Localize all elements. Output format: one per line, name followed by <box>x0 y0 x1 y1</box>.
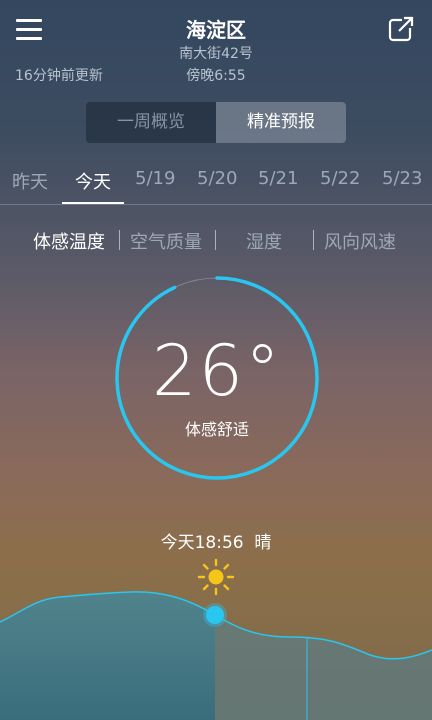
updated-status: 16分钟前更新 <box>15 68 103 84</box>
feels-like-temperature: 26° <box>151 330 283 412</box>
metric-tab-wind[interactable]: 风向风速 <box>324 228 396 254</box>
tab-precise-forecast[interactable]: 精准预报 <box>216 102 346 143</box>
comfort-label: 体感舒适 <box>184 420 249 439</box>
metric-tab-humidity[interactable]: 湿度 <box>246 228 282 254</box>
metric-tabs: 体感温度 空气质量 湿度 风向风速 <box>0 228 432 254</box>
day-tabs: 昨天 今天 5/19 5/20 5/21 5/22 5/23 <box>0 168 432 198</box>
metric-tab-feels-like[interactable]: 体感温度 <box>33 228 105 254</box>
tab-weekly-overview[interactable]: 一周概览 <box>86 102 216 143</box>
day-tab-5-23[interactable]: 5/23 <box>382 168 422 189</box>
weather-condition: 晴 <box>254 533 272 553</box>
share-icon[interactable] <box>388 16 414 42</box>
day-tab-today[interactable]: 今天 <box>75 168 111 194</box>
metric-separator <box>119 230 120 250</box>
day-tab-5-21[interactable]: 5/21 <box>258 168 298 189</box>
day-tab-yesterday[interactable]: 昨天 <box>12 168 48 194</box>
view-toggle: 一周概览 精准预报 <box>86 102 346 143</box>
day-tab-5-22[interactable]: 5/22 <box>320 168 360 189</box>
day-tab-5-19[interactable]: 5/19 <box>135 168 175 189</box>
metric-separator <box>215 230 216 250</box>
location-title: 海淀区 <box>186 18 246 42</box>
current-time-condition: 今天18:56 晴 <box>0 528 432 553</box>
metric-separator <box>313 230 314 250</box>
metric-tab-air-quality[interactable]: 空气质量 <box>130 228 202 254</box>
temperature-wave-chart <box>0 591 432 720</box>
wave-fill-past <box>0 591 215 720</box>
current-time-label: 今天18:56 <box>160 533 244 553</box>
day-tab-5-20[interactable]: 5/20 <box>197 168 237 189</box>
address-subtitle: 南大街42号 <box>179 46 253 62</box>
current-point-marker[interactable] <box>206 606 224 624</box>
tabs-divider <box>0 204 432 205</box>
